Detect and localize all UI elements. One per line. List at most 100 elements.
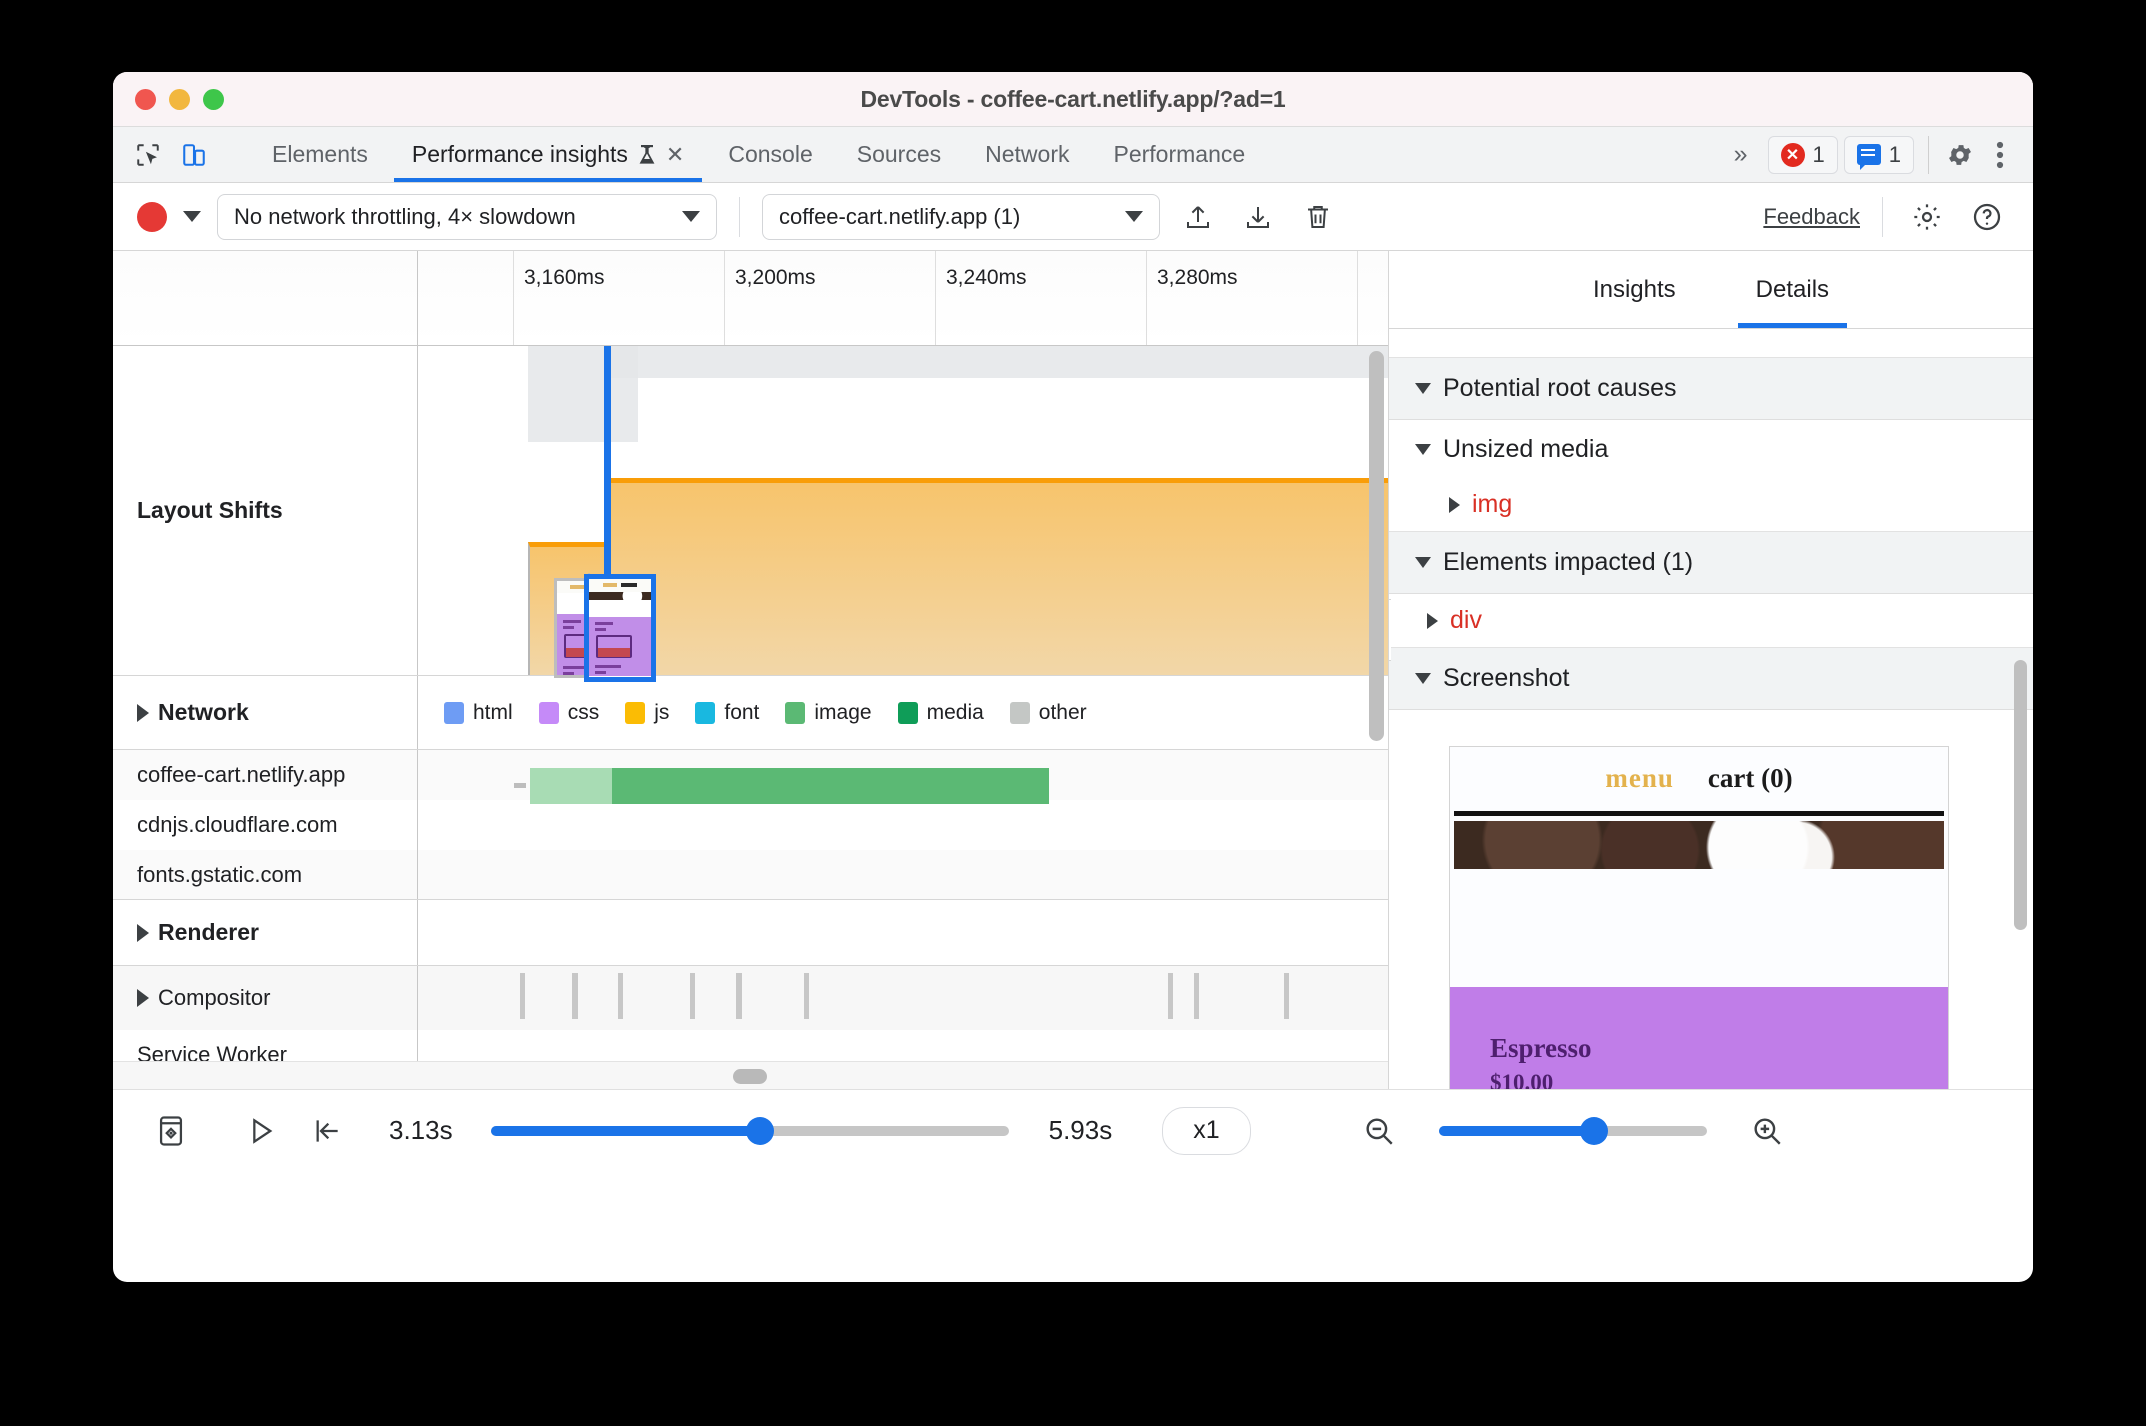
tab-sources[interactable]: Sources: [835, 127, 963, 182]
download-recording-icon[interactable]: [1236, 195, 1280, 239]
legend-item-other: other: [1009, 701, 1087, 725]
network-request-label: cdnjs.cloudflare.com: [113, 800, 418, 850]
network-request-row[interactable]: fonts.gstatic.com: [113, 850, 1388, 900]
jump-to-start-button[interactable]: [305, 1109, 349, 1153]
recording-value: coffee-cart.netlify.app (1): [779, 203, 1021, 229]
track-label-text: Layout Shifts: [137, 497, 283, 523]
track-renderer[interactable]: Renderer: [113, 900, 1388, 966]
sidebar-tab-insights[interactable]: Insights: [1553, 251, 1716, 328]
upload-recording-icon[interactable]: [1176, 195, 1220, 239]
legend-label: css: [567, 700, 600, 724]
playback-speed-button[interactable]: x1: [1162, 1106, 1251, 1155]
compositor-event[interactable]: [736, 973, 742, 1019]
network-request-bar[interactable]: [514, 768, 1049, 804]
network-request-label: coffee-cart.netlify.app: [113, 750, 418, 800]
compositor-event[interactable]: [804, 973, 809, 1019]
screenshot-hero-image: [1454, 821, 1944, 869]
more-tabs-chevron-icon[interactable]: »: [1720, 140, 1762, 169]
message-count: 1: [1888, 141, 1901, 167]
error-counter[interactable]: ✕ 1: [1767, 135, 1838, 174]
filmstrip-toggle-icon[interactable]: [149, 1109, 193, 1153]
sidebar-element-div[interactable]: div: [1389, 594, 2033, 648]
message-counter[interactable]: 1: [1843, 135, 1914, 174]
inspect-element-icon[interactable]: [131, 138, 165, 172]
track-label-network: Network: [113, 676, 418, 749]
expand-triangle-icon[interactable]: [137, 989, 149, 1007]
collapse-triangle-icon: [1415, 443, 1431, 455]
layout-shift-cluster-backdrop: [608, 346, 1388, 378]
layout-shift-thumbnail-selected[interactable]: [584, 574, 656, 682]
timeline-horizontal-scrollbar[interactable]: [113, 1061, 1388, 1089]
zoom-in-icon[interactable]: [1745, 1109, 1789, 1153]
compositor-event[interactable]: [1284, 973, 1289, 1019]
compositor-event[interactable]: [690, 973, 695, 1019]
help-icon[interactable]: [1965, 195, 2009, 239]
sidebar-subsection-unsized-media[interactable]: Unsized media: [1389, 420, 2033, 478]
device-toolbar-icon[interactable]: [177, 138, 211, 172]
window-titlebar: DevTools - coffee-cart.netlify.app/?ad=1: [113, 72, 2033, 127]
collapse-triangle-icon: [1415, 673, 1431, 684]
sidebar-vertical-scroll-thumb[interactable]: [2014, 660, 2027, 930]
capture-settings-gear-icon[interactable]: [1905, 195, 1949, 239]
timeline-vertical-scroll-thumb[interactable]: [1369, 351, 1384, 741]
network-throttling-select[interactable]: No network throttling, 4× slowdown: [217, 193, 717, 240]
tab-label: Network: [985, 141, 1070, 167]
sidebar-section-screenshot[interactable]: Screenshot: [1389, 648, 2033, 710]
network-bar-download: [612, 768, 1049, 804]
expand-triangle-icon: [1427, 612, 1438, 629]
recording-select[interactable]: coffee-cart.netlify.app (1): [762, 193, 1160, 240]
compositor-event[interactable]: [520, 973, 525, 1019]
screenshot-nav: menu cart (0): [1450, 747, 1948, 809]
legend-item-image: image: [785, 701, 872, 725]
tab-console[interactable]: Console: [706, 127, 834, 182]
more-options-icon[interactable]: [1983, 138, 2017, 172]
playback-slider-thumb[interactable]: [745, 1116, 774, 1145]
playback-time-slider[interactable]: [490, 1116, 1009, 1145]
tab-network[interactable]: Network: [963, 127, 1091, 182]
track-label-text: Compositor: [158, 985, 271, 1010]
layout-shift-bar-selected[interactable]: [608, 478, 1388, 675]
thumbnail-text-line: [563, 625, 574, 629]
network-bar-wait: [530, 768, 612, 804]
zoom-slider-thumb[interactable]: [1580, 1116, 1609, 1145]
network-request-name: fonts.gstatic.com: [137, 861, 303, 887]
tabstrip-right-controls: » ✕ 1 1: [1720, 127, 2033, 182]
tab-elements[interactable]: Elements: [250, 127, 390, 182]
record-options-chevron-icon[interactable]: [183, 211, 201, 222]
compositor-event[interactable]: [618, 973, 623, 1019]
timeline-horizontal-scroll-thumb[interactable]: [733, 1069, 767, 1084]
thumbnail-text-line: [563, 619, 581, 623]
clear-recording-icon[interactable]: [1296, 195, 1340, 239]
track-compositor[interactable]: Compositor: [113, 966, 1388, 1030]
zoom-slider[interactable]: [1438, 1116, 1707, 1145]
track-network[interactable]: Network html css js font image media oth…: [113, 676, 1388, 750]
thumbnail-header: [589, 579, 651, 592]
settings-gear-icon[interactable]: [1943, 138, 1977, 172]
zoom-out-icon[interactable]: [1357, 1109, 1401, 1153]
legend-label: html: [473, 700, 513, 724]
feedback-link[interactable]: Feedback: [1763, 204, 1860, 230]
timeline-vertical-scrollbar[interactable]: [1369, 351, 1384, 1059]
sidebar-collapse-button[interactable]: ›: [1389, 599, 1391, 661]
close-tab-icon[interactable]: ✕: [666, 142, 684, 168]
expand-triangle-icon[interactable]: [137, 923, 149, 942]
legend-swatch: [695, 701, 716, 724]
tab-performance[interactable]: Performance: [1091, 127, 1267, 182]
expand-triangle-icon[interactable]: [137, 703, 149, 722]
sidebar-section-potential-root-causes[interactable]: Potential root causes: [1389, 358, 2033, 420]
play-button[interactable]: [239, 1109, 283, 1153]
sidebar-tab-details[interactable]: Details: [1716, 251, 1869, 328]
tab-performance-insights[interactable]: Performance insights ✕: [390, 127, 706, 182]
sidebar-element-label: img: [1472, 490, 1513, 518]
compositor-event[interactable]: [1194, 973, 1199, 1019]
sidebar-section-elements-impacted[interactable]: Elements impacted (1): [1389, 532, 2033, 594]
record-button[interactable]: [137, 201, 167, 232]
network-request-row[interactable]: coffee-cart.netlify.app: [113, 750, 1388, 804]
track-layout-shifts[interactable]: Layout Shifts: [113, 346, 1388, 682]
network-request-row[interactable]: cdnjs.cloudflare.com: [113, 800, 1388, 850]
thumbnail-text-line: [595, 665, 621, 669]
sidebar-element-img[interactable]: img: [1389, 478, 2033, 532]
compositor-event[interactable]: [1168, 973, 1173, 1019]
tab-label: Performance insights: [411, 141, 628, 167]
compositor-event[interactable]: [572, 973, 578, 1019]
